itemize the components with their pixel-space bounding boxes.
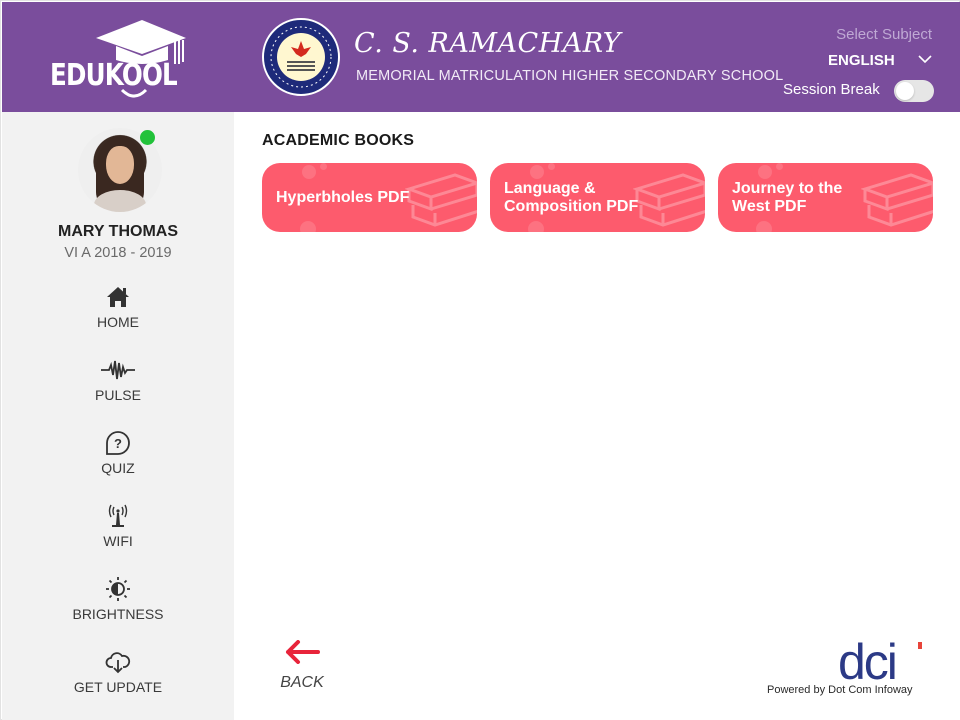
header: EDUKOOL C. S. RAMACHARY MEMORIAL MATRICU… [2, 2, 960, 112]
school-subtitle: MEMORIAL MATRICULATION HIGHER SECONDARY … [356, 68, 784, 84]
book-card[interactable]: Hyperbholes PDF [262, 163, 477, 232]
online-status-dot [140, 130, 155, 145]
smile-icon [120, 88, 148, 98]
brightness-icon [106, 577, 130, 601]
main-content: ACADEMIC BOOKS Hyperbholes PDF Language … [234, 112, 960, 720]
powered-by-text: Powered by Dot Com Infoway [767, 684, 913, 696]
toggle-knob [896, 82, 914, 100]
sidebar-item-label: HOME [97, 314, 139, 330]
sidebar-item-label: GET UPDATE [73, 679, 163, 695]
quiz-icon: ? [106, 431, 130, 455]
sidebar-item-home[interactable]: HOME [58, 284, 178, 340]
sidebar-item-label: WIFI [103, 533, 133, 549]
school-crest-icon [262, 18, 340, 96]
school-name: C. S. RAMACHARY [354, 28, 622, 59]
app-frame: EDUKOOL C. S. RAMACHARY MEMORIAL MATRICU… [0, 0, 960, 720]
book-card[interactable]: Journey to the West PDF [718, 163, 933, 232]
dci-brand-text: dci [838, 634, 898, 690]
book-title: Journey to the West PDF [732, 179, 843, 215]
sidebar-item-label: QUIZ [101, 460, 135, 476]
back-button[interactable]: BACK [276, 640, 328, 696]
session-break-toggle[interactable] [894, 80, 934, 102]
sidebar-item-quiz[interactable]: ? QUIZ [58, 430, 178, 486]
section-title: ACADEMIC BOOKS [262, 132, 415, 149]
avatar [78, 128, 162, 212]
edukool-logo: EDUKOOL [50, 20, 190, 100]
chevron-down-icon[interactable] [918, 54, 932, 64]
dci-logo: dci [838, 637, 928, 687]
home-icon [107, 287, 129, 307]
book-title: Language & Composition PDF [504, 179, 639, 215]
back-arrow-icon [286, 640, 320, 664]
sidebar-item-label: PULSE [95, 387, 141, 403]
svg-text:?: ? [114, 436, 122, 451]
sidebar-item-brightness[interactable]: BRIGHTNESS [58, 576, 178, 632]
user-name: MARY THOMAS [58, 223, 178, 240]
back-label: BACK [280, 674, 324, 691]
sidebar-item-pulse[interactable]: PULSE [58, 357, 178, 413]
pulse-icon [101, 360, 135, 380]
cloud-download-icon [105, 652, 131, 674]
sidebar-item-get-update[interactable]: GET UPDATE [58, 649, 178, 705]
logo-text: EDUKOOL [50, 58, 178, 93]
sidebar-item-label: BRIGHTNESS [72, 606, 164, 622]
sidebar: MARY THOMAS VI A 2018 - 2019 HOME PULSE … [2, 112, 234, 720]
book-title: Hyperbholes PDF [276, 188, 410, 206]
user-class: VI A 2018 - 2019 [64, 245, 172, 261]
subject-dropdown[interactable]: ENGLISH [828, 52, 895, 69]
session-break-label: Session Break [783, 81, 880, 98]
wifi-icon [108, 504, 128, 527]
book-card[interactable]: Language & Composition PDF [490, 163, 705, 232]
select-subject-label: Select Subject [836, 26, 932, 43]
sidebar-item-wifi[interactable]: WIFI [58, 503, 178, 559]
